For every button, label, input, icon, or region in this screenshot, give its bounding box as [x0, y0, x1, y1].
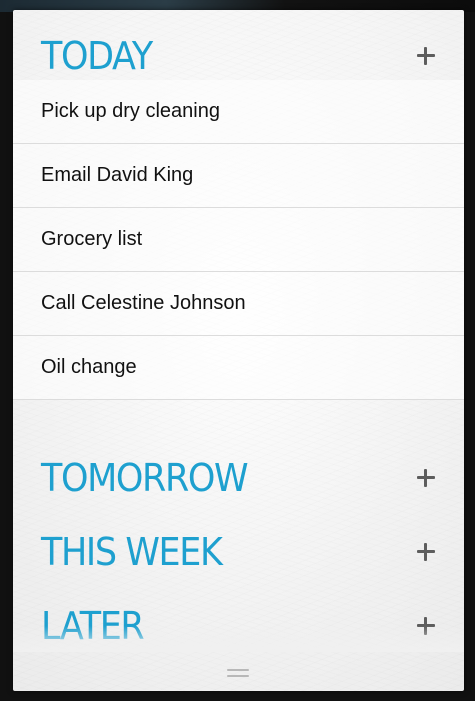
- add-today-button[interactable]: [412, 42, 440, 70]
- section-this-week-title: THIS WEEK: [41, 530, 223, 574]
- task-item[interactable]: Pick up dry cleaning: [13, 80, 464, 144]
- section-this-week-header[interactable]: THIS WEEK: [13, 520, 464, 584]
- task-label: Email David King: [41, 164, 194, 186]
- task-label: Pick up dry cleaning: [41, 100, 220, 122]
- section-tomorrow-header[interactable]: TOMORROW: [13, 446, 464, 510]
- task-item[interactable]: Grocery list: [13, 208, 464, 272]
- section-later-header[interactable]: LATER: [13, 594, 464, 658]
- handle-line: [227, 675, 249, 677]
- section-today-title: TODAY: [41, 34, 153, 78]
- add-later-button[interactable]: [412, 612, 440, 640]
- handle-line: [227, 669, 249, 671]
- task-label: Grocery list: [41, 228, 143, 250]
- today-task-list: Pick up dry cleaning Email David King Gr…: [13, 80, 464, 400]
- task-item[interactable]: Email David King: [13, 144, 464, 208]
- drag-handle-icon[interactable]: [227, 669, 249, 678]
- add-tomorrow-button[interactable]: [412, 464, 440, 492]
- task-item[interactable]: Oil change: [13, 336, 464, 400]
- task-label: Oil change: [41, 356, 137, 378]
- section-later-title: LATER: [41, 604, 145, 648]
- task-panel: TODAY Pick up dry cleaning Email David K…: [13, 10, 464, 691]
- task-label: Call Celestine Johnson: [41, 292, 246, 314]
- app-window: TODAY Pick up dry cleaning Email David K…: [0, 0, 475, 701]
- add-this-week-button[interactable]: [412, 538, 440, 566]
- task-item[interactable]: Call Celestine Johnson: [13, 272, 464, 336]
- section-today-header: TODAY: [13, 24, 464, 88]
- section-tomorrow-title: TOMORROW: [41, 456, 249, 500]
